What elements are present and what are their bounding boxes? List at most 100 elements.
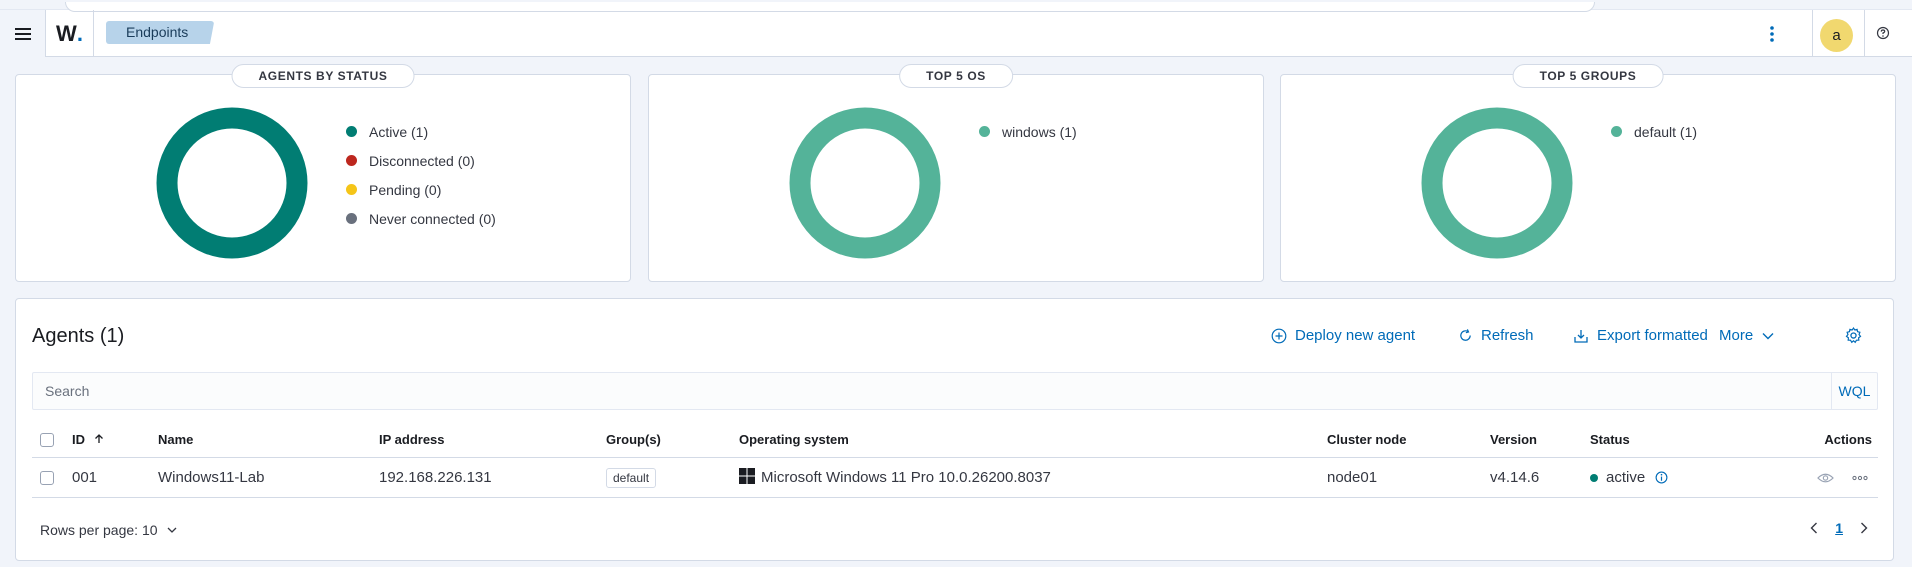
legend-dot <box>979 126 990 137</box>
legend-dot <box>346 155 357 166</box>
column-label: ID <box>72 431 85 447</box>
more-button[interactable]: More <box>1719 327 1775 344</box>
info-icon[interactable] <box>1655 471 1668 484</box>
rows-per-page-selector[interactable]: Rows per page: 10 <box>40 522 178 538</box>
column-name[interactable]: Name <box>158 422 379 458</box>
cell-version: v4.14.6 <box>1490 457 1590 498</box>
app-logo[interactable]: W. <box>46 10 94 57</box>
more-label: More <box>1719 327 1754 344</box>
column-ip[interactable]: IP address <box>379 422 606 458</box>
legend-item-disconnected[interactable]: Disconnected (0) <box>346 146 496 175</box>
column-groups[interactable]: Group(s) <box>606 422 739 458</box>
legend-item-windows[interactable]: windows (1) <box>979 117 1077 146</box>
legend: windows (1) <box>979 117 1077 146</box>
breadcrumb-endpoints[interactable]: Endpoints <box>106 21 215 44</box>
panel-top-5-os: TOP 5 OS windows (1) <box>648 64 1264 282</box>
group-badge[interactable]: default <box>606 467 657 488</box>
cell-actions <box>1750 457 1878 498</box>
legend-dot <box>346 213 357 224</box>
logo-text: W <box>56 20 77 46</box>
more-options-icon[interactable] <box>1763 23 1781 45</box>
refresh-button[interactable]: Refresh <box>1458 327 1534 344</box>
chevron-down-icon <box>1762 332 1774 339</box>
menu-button[interactable] <box>0 10 46 57</box>
cell-os: Microsoft Windows 11 Pro 10.0.26200.8037 <box>739 457 1327 498</box>
export-formatted-button[interactable]: Export formatted <box>1573 327 1708 344</box>
legend-dot <box>346 184 357 195</box>
cell-cluster: node01 <box>1327 457 1490 498</box>
avatar[interactable]: a <box>1820 19 1853 52</box>
deploy-new-agent-button[interactable]: Deploy new agent <box>1271 327 1415 344</box>
logo-dot: . <box>76 20 83 46</box>
table-row[interactable]: 001 Windows11-Lab 192.168.226.131 defaul… <box>32 457 1878 498</box>
panel-title: TOP 5 OS <box>899 64 1013 88</box>
search-input[interactable] <box>33 373 1833 409</box>
refresh-icon <box>1460 329 1471 341</box>
chevron-down-icon <box>167 527 176 533</box>
chevron-right-icon[interactable] <box>1859 521 1869 535</box>
cell-name: Windows11-Lab <box>158 457 379 498</box>
legend: Active (1) Disconnected (0) Pending (0) … <box>346 117 496 233</box>
panel-title: TOP 5 GROUPS <box>1512 64 1664 88</box>
plus-circle-icon <box>1271 328 1287 343</box>
help-icon[interactable] <box>1876 26 1894 44</box>
column-cluster[interactable]: Cluster node <box>1327 422 1490 458</box>
panel-agents-by-status: AGENTS BY STATUS Active (1) Disconnected… <box>15 64 631 282</box>
cell-id: 001 <box>72 457 158 498</box>
panel-title: AGENTS BY STATUS <box>231 64 415 88</box>
row-checkbox[interactable] <box>40 470 54 485</box>
column-actions: Actions <box>1750 422 1878 458</box>
chevron-left-icon[interactable] <box>1809 521 1819 535</box>
legend-label: default (1) <box>1634 123 1698 140</box>
legend-item-never-connected[interactable]: Never connected (0) <box>346 204 496 233</box>
legend-dot <box>346 126 357 137</box>
windows-icon <box>739 468 755 484</box>
legend-label: Disconnected (0) <box>369 152 475 169</box>
cell-status: active <box>1590 457 1750 498</box>
export-label: Export formatted <box>1597 327 1708 344</box>
legend-label: Pending (0) <box>369 181 442 198</box>
status-dot <box>1590 473 1598 482</box>
os-label: Microsoft Windows 11 Pro 10.0.26200.8037 <box>761 469 1051 486</box>
gear-icon <box>1845 327 1862 344</box>
agents-table: ID Name IP address Group(s) Operating sy… <box>32 422 1878 498</box>
search-bar: WQL <box>32 372 1878 410</box>
deploy-label: Deploy new agent <box>1295 327 1416 344</box>
more-actions-icon[interactable] <box>1852 475 1868 481</box>
column-status[interactable]: Status <box>1590 422 1750 458</box>
settings-button[interactable] <box>1845 327 1870 344</box>
legend-label: windows (1) <box>1002 123 1077 140</box>
hamburger-icon <box>14 27 31 40</box>
refresh-label: Refresh <box>1481 327 1534 344</box>
status-donut-chart[interactable] <box>156 107 308 259</box>
groups-donut-chart[interactable] <box>1421 107 1573 259</box>
cell-ip: 192.168.226.131 <box>379 457 606 498</box>
column-version[interactable]: Version <box>1490 422 1590 458</box>
legend-item-default[interactable]: default (1) <box>1611 117 1697 146</box>
top-bar: W. Endpoints a <box>0 2 1912 57</box>
legend-dot <box>1611 126 1622 137</box>
column-os[interactable]: Operating system <box>739 422 1327 458</box>
cell-group: default <box>606 457 739 498</box>
panel-top-5-groups: TOP 5 GROUPS default (1) <box>1280 64 1896 282</box>
agents-panel: Agents (1) Deploy new agent Refresh Expo… <box>15 298 1894 561</box>
arrow-up-icon <box>94 433 103 443</box>
page-number[interactable]: 1 <box>1835 520 1843 536</box>
global-search-hint[interactable] <box>65 2 1595 12</box>
column-id[interactable]: ID <box>72 422 158 458</box>
rows-per-page-label: Rows per page: 10 <box>40 522 158 538</box>
legend: default (1) <box>1611 117 1697 146</box>
download-icon <box>1574 329 1588 343</box>
table-header-row: ID Name IP address Group(s) Operating sy… <box>32 422 1878 458</box>
legend-item-pending[interactable]: Pending (0) <box>346 175 496 204</box>
pagination: 1 <box>1809 520 1869 536</box>
status-label: active <box>1606 468 1646 486</box>
header-divider <box>1812 10 1813 57</box>
os-donut-chart[interactable] <box>789 107 941 259</box>
eye-icon[interactable] <box>1816 472 1834 484</box>
agents-title: Agents (1) <box>32 325 125 347</box>
select-all-checkbox[interactable] <box>40 433 54 448</box>
legend-label: Never connected (0) <box>369 210 496 227</box>
wql-button[interactable]: WQL <box>1831 373 1877 409</box>
legend-item-active[interactable]: Active (1) <box>346 117 496 146</box>
